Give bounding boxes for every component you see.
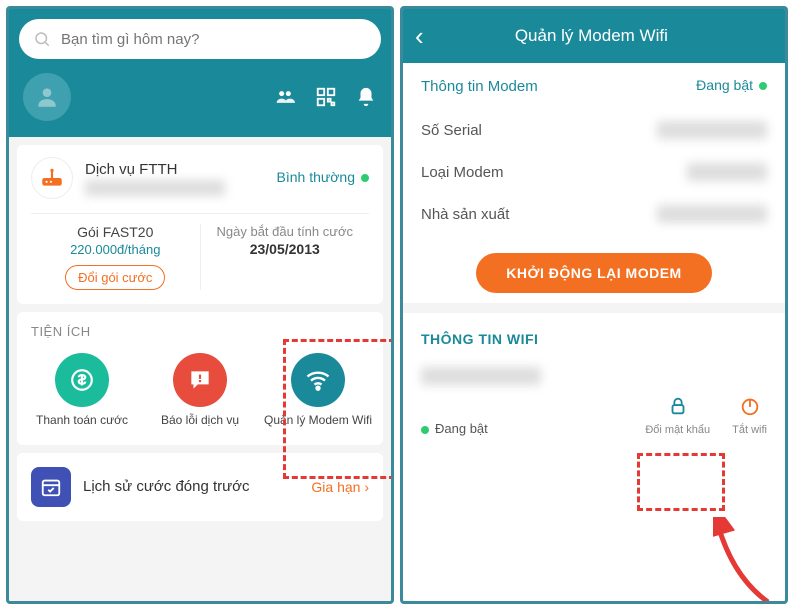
page-title: Quản lý Modem Wifi (410, 26, 773, 46)
billing-start-date: 23/05/2013 (201, 241, 370, 257)
left-header (9, 9, 391, 137)
renew-link[interactable]: Gia hạn › (311, 479, 369, 495)
utility-report[interactable]: Báo lỗi dịch vụ (145, 353, 255, 429)
modem-info-header: Thông tin Modem Đang bật (403, 63, 785, 109)
modem-status: Đang bật (696, 77, 767, 95)
change-password-button[interactable]: Đổi mật khẩu (645, 395, 710, 436)
plan-name: Gói FAST20 (31, 224, 200, 240)
serial-redacted (657, 121, 767, 139)
modem-icon (31, 157, 73, 199)
history-label: Lịch sử cước đóng trước (83, 478, 299, 495)
utility-report-label: Báo lỗi dịch vụ (145, 413, 255, 429)
user-name-redacted (83, 80, 261, 114)
turn-off-wifi-button[interactable]: Tắt wifi (732, 395, 767, 436)
restart-modem-button[interactable]: KHỞI ĐỘNG LẠI MODEM (476, 253, 711, 293)
search-input[interactable] (61, 31, 367, 48)
people-icon[interactable] (273, 87, 297, 107)
highlight-box-right (637, 453, 725, 511)
service-title: Dịch vụ FTTH (85, 161, 265, 178)
service-card: Dịch vụ FTTH Bình thường Gói FAST20 220.… (17, 145, 383, 304)
left-screen: Dịch vụ FTTH Bình thường Gói FAST20 220.… (6, 6, 394, 604)
row-serial: Số Serial (403, 109, 785, 151)
wifi-name-redacted (421, 367, 541, 385)
utility-payment-label: Thanh toán cước (27, 413, 137, 429)
chat-alert-icon (187, 367, 213, 393)
right-header: ‹ Quản lý Modem Wifi (403, 9, 785, 63)
billing-column: Ngày bắt đầu tính cước 23/05/2013 (200, 224, 370, 290)
wifi-info-title: THÔNG TIN WIFI (403, 313, 785, 353)
right-screen: ‹ Quản lý Modem Wifi Thông tin Modem Đan… (400, 6, 788, 604)
wifi-status: Đang bật (421, 421, 488, 436)
power-icon (739, 395, 761, 417)
change-plan-button[interactable]: Đổi gói cước (65, 265, 165, 290)
history-card[interactable]: Lịch sử cước đóng trước Gia hạn › (17, 453, 383, 521)
utility-payment[interactable]: Thanh toán cước (27, 353, 137, 429)
row-manufacturer: Nhà sản xuất (403, 193, 785, 235)
search-bar[interactable] (19, 19, 381, 59)
bell-icon[interactable] (355, 86, 377, 108)
user-icon (34, 84, 60, 110)
annotation-arrow (713, 517, 783, 604)
type-redacted (687, 163, 767, 181)
calendar-icon (31, 467, 71, 507)
row-modem-type: Loại Modem (403, 151, 785, 193)
wifi-row: Đang bật Đổi mật khẩu Tắt wifi (403, 391, 785, 446)
utility-modem-wifi[interactable]: Quản lý Modem Wifi (263, 353, 373, 429)
utility-modem-label: Quản lý Modem Wifi (263, 413, 373, 429)
search-icon (33, 30, 51, 48)
lock-icon (667, 395, 689, 417)
service-id-redacted (85, 180, 225, 196)
manufacturer-redacted (657, 205, 767, 223)
qr-icon[interactable] (315, 86, 337, 108)
avatar[interactable] (23, 73, 71, 121)
billing-start-label: Ngày bắt đầu tính cước (201, 224, 370, 239)
plan-column: Gói FAST20 220.000đ/tháng Đổi gói cước (31, 224, 200, 290)
service-status: Bình thường (277, 169, 370, 187)
section-divider (403, 303, 785, 313)
utilities-title: TIỆN ÍCH (17, 324, 383, 347)
utilities-card: TIỆN ÍCH Thanh toán cước Báo lỗi dịch vụ… (17, 312, 383, 445)
plan-price: 220.000đ/tháng (31, 242, 200, 257)
dollar-icon (69, 367, 95, 393)
wifi-icon (304, 366, 332, 394)
